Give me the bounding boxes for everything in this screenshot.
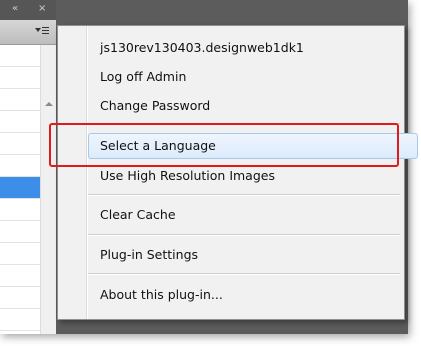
panel-flyout-menu: js130rev130403.designweb1dk1 Log off Adm…	[57, 25, 418, 320]
menu-icon-gutter	[86, 26, 88, 319]
panel-titlebar: « ×	[0, 0, 56, 20]
collapse-icon[interactable]: «	[12, 2, 18, 16]
menu-item-log-off[interactable]: Log off Admin	[100, 66, 186, 88]
menu-item-plugin-settings[interactable]: Plug-in Settings	[100, 244, 198, 266]
panel-menu-icon[interactable]	[35, 26, 49, 38]
close-icon[interactable]: ×	[38, 2, 46, 16]
list-item[interactable]	[0, 243, 40, 265]
menu-item-server[interactable]: js130rev130403.designweb1dk1	[100, 37, 304, 59]
vertical-scrollbar[interactable]	[40, 45, 56, 334]
menu-item-clear-cache[interactable]: Clear Cache	[100, 204, 176, 226]
menu-separator	[88, 234, 400, 236]
list-item[interactable]	[0, 133, 40, 155]
list-item-selected[interactable]	[0, 177, 40, 199]
annotation-highlight-box	[49, 123, 399, 167]
list-item[interactable]	[0, 199, 40, 221]
scroll-up-arrow-icon[interactable]	[45, 102, 53, 106]
list-item[interactable]	[0, 265, 40, 287]
list-item[interactable]	[0, 221, 40, 243]
list-item[interactable]	[0, 287, 40, 309]
menu-item-change-password[interactable]: Change Password	[100, 95, 210, 117]
list-item[interactable]	[0, 309, 40, 331]
menu-separator	[88, 194, 400, 196]
list-item[interactable]	[0, 155, 40, 177]
menu-item-about-plugin[interactable]: About this plug-in...	[100, 284, 223, 306]
list-item[interactable]	[0, 45, 40, 67]
menu-item-high-res-images[interactable]: Use High Resolution Images	[100, 165, 275, 187]
panel-list	[0, 45, 40, 334]
menu-separator	[88, 273, 400, 275]
list-item[interactable]	[0, 89, 40, 111]
panel-header	[0, 20, 56, 45]
list-item[interactable]	[0, 111, 40, 133]
list-item[interactable]	[0, 67, 40, 89]
panel-body	[0, 45, 56, 334]
